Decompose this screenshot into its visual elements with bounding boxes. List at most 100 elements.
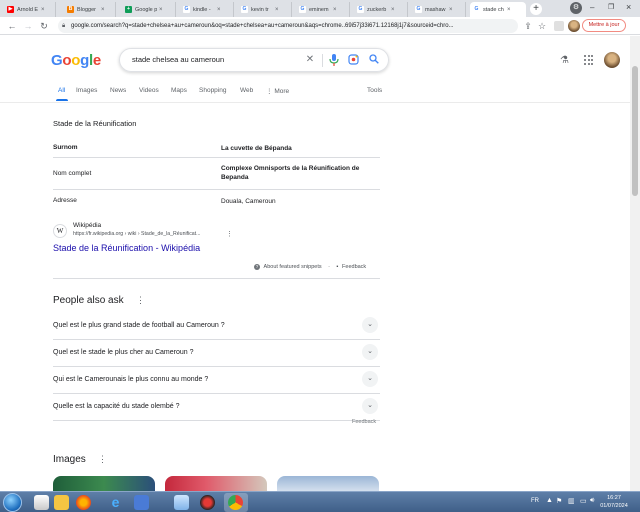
browser-tab[interactable]: G kindle - × [180, 2, 234, 17]
paa-question[interactable]: Quel est le stade le plus cher au Camero… [53, 340, 380, 367]
close-icon[interactable]: × [275, 7, 279, 13]
network-icon[interactable]: ▥ [568, 497, 575, 505]
paa-question[interactable]: Quelle est la capacité du stade olembé ?… [53, 394, 380, 421]
browser-tab[interactable]: G mashaw × [412, 2, 466, 17]
paa-question[interactable]: Qui est le Camerounais le plus connu au … [53, 367, 380, 394]
close-icon[interactable]: × [333, 7, 337, 13]
internet-explorer-icon[interactable]: e [108, 495, 123, 510]
browser-tab[interactable]: B Blogger × [64, 2, 116, 17]
start-button[interactable] [3, 493, 22, 512]
app-icon[interactable] [174, 495, 189, 510]
profile-avatar[interactable] [568, 20, 580, 32]
new-tab-button[interactable]: + [530, 3, 542, 15]
snippet-value: Complexe Omnisports de la Réunification … [221, 165, 360, 181]
google-icon: G [183, 6, 190, 13]
extension-icon[interactable] [554, 21, 564, 31]
folder-icon[interactable] [54, 495, 69, 510]
close-icon[interactable]: × [391, 7, 395, 13]
app-icon[interactable] [200, 495, 215, 510]
bookmark-icon[interactable]: ☆ [536, 20, 548, 32]
search-input[interactable]: stade chelsea au cameroun [132, 55, 224, 64]
sheets-icon: + [125, 6, 132, 13]
back-icon[interactable]: ← [6, 20, 18, 32]
share-icon[interactable]: ⇪ [522, 20, 534, 32]
battery-icon[interactable]: ▭ [580, 497, 587, 505]
app-icon[interactable] [134, 495, 149, 510]
chrome-icon[interactable] [228, 495, 243, 510]
flag-icon[interactable]: ⚑ [556, 497, 562, 505]
more-options-icon[interactable]: ⋮ [136, 295, 145, 306]
source-name[interactable]: Wikipédia [73, 222, 101, 229]
browser-tab[interactable]: + Google p × [122, 2, 176, 17]
clock-date[interactable]: 01/07/2024 [594, 503, 634, 509]
paa-question[interactable]: Quel est le plus grand stade de football… [53, 313, 380, 340]
page-scrollbar[interactable] [630, 36, 640, 491]
divider [0, 102, 630, 103]
browser-tab[interactable]: ▶ Arnold E × [4, 2, 56, 17]
close-icon[interactable]: × [217, 7, 221, 13]
browser-tab[interactable]: G kevin tr × [238, 2, 292, 17]
image-thumbnail[interactable] [53, 476, 155, 492]
account-avatar[interactable] [604, 52, 620, 68]
tab-videos[interactable]: Videos [139, 87, 159, 94]
close-icon[interactable]: × [41, 7, 45, 13]
window-close-icon[interactable]: × [626, 2, 631, 12]
divider [322, 54, 323, 67]
close-icon[interactable]: × [101, 7, 105, 13]
update-button[interactable]: Mettre à jour [582, 19, 626, 32]
search-box[interactable]: stade chelsea au cameroun ✕ [119, 48, 389, 72]
browser-tab[interactable]: G eminem × [296, 2, 350, 17]
browser-tab[interactable]: G zuckerb × [354, 2, 408, 17]
close-icon[interactable]: × [159, 7, 163, 13]
image-thumbnail[interactable] [165, 476, 267, 492]
explorer-icon[interactable] [34, 495, 49, 510]
tab-web[interactable]: Web [240, 87, 253, 94]
google-icon: G [415, 6, 422, 13]
source-url[interactable]: https://fr.wikipedia.org › wiki › Stade_… [73, 231, 200, 237]
paa-heading: People also ask [53, 295, 124, 306]
snippet-key: Nom complet [53, 170, 92, 177]
address-bar[interactable]: 🔒︎ google.com/search?q=stade+chelsea+au+… [58, 19, 518, 33]
labs-flask-icon[interactable]: ⚗ [560, 55, 569, 66]
result-link[interactable]: Stade de la Réunification - Wikipédia [53, 243, 200, 253]
tab-more[interactable]: ⋮ More [266, 87, 289, 95]
tab-news[interactable]: News [110, 87, 126, 94]
wikipedia-icon: W [53, 224, 67, 238]
chevron-down-icon[interactable]: ⌄ [362, 344, 378, 360]
lens-icon[interactable] [347, 54, 359, 66]
tools-button[interactable]: Tools [367, 87, 382, 94]
clear-icon[interactable]: ✕ [304, 54, 316, 66]
close-icon[interactable]: × [507, 7, 511, 13]
chevron-down-icon[interactable]: ⌄ [362, 371, 378, 387]
close-icon[interactable]: × [449, 7, 453, 13]
paa-question-text: Quel est le plus grand stade de football… [53, 322, 225, 329]
google-logo[interactable]: Google [51, 52, 101, 69]
chrome-menu-icon[interactable]: ⚙ [570, 2, 582, 14]
maximize-icon[interactable]: ❐ [608, 3, 614, 11]
reload-icon[interactable]: ↻ [38, 20, 50, 32]
scrollbar-thumb[interactable] [632, 66, 638, 196]
forward-icon[interactable]: → [22, 20, 34, 32]
chevron-down-icon[interactable]: ⌄ [362, 398, 378, 414]
google-apps-icon[interactable] [584, 55, 594, 65]
firefox-icon[interactable] [76, 495, 91, 510]
tab-images[interactable]: Images [76, 87, 97, 94]
about-snippets-link[interactable]: About featured snippets [264, 264, 322, 270]
image-thumbnail[interactable] [277, 476, 379, 492]
more-options-icon[interactable]: ⋮ [98, 454, 107, 465]
more-options-icon[interactable]: ⋮ [226, 230, 233, 238]
tab-all[interactable]: All [58, 87, 65, 94]
feedback-link[interactable]: Feedback [342, 264, 366, 270]
language-indicator[interactable]: FR [531, 498, 539, 504]
voice-search-icon[interactable] [328, 54, 340, 66]
minimize-icon[interactable]: – [590, 3, 594, 12]
chevron-up-icon[interactable]: ▲ [546, 497, 553, 504]
tab-shopping[interactable]: Shopping [199, 87, 226, 94]
clock-time[interactable]: 16:27 [594, 495, 634, 501]
tab-maps[interactable]: Maps [171, 87, 187, 94]
chevron-down-icon[interactable]: ⌄ [362, 317, 378, 333]
divider-dot: · [328, 264, 331, 270]
browser-tab-active[interactable]: G stade ch × [470, 2, 526, 17]
search-icon[interactable] [368, 54, 380, 66]
feedback-link[interactable]: Feedback [352, 419, 376, 425]
